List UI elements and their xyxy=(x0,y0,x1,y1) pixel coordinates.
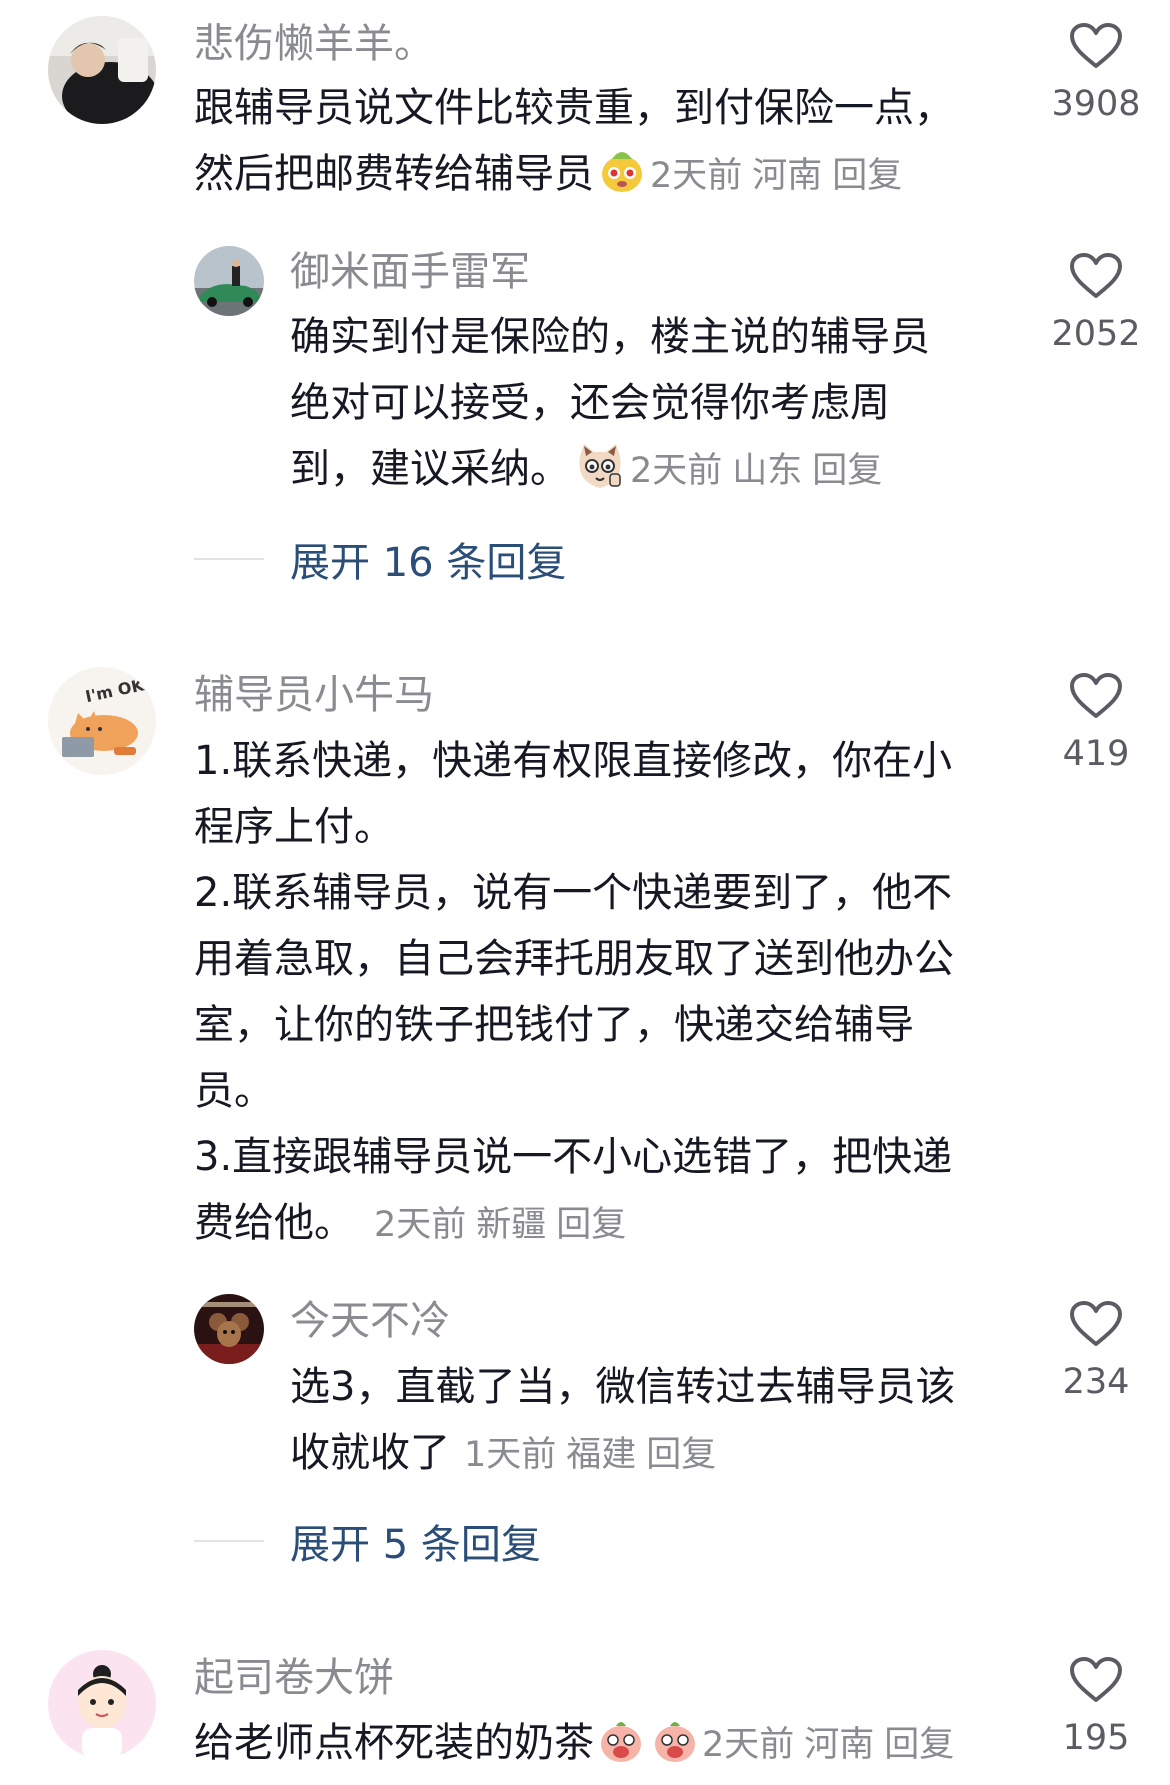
avatar[interactable]: I'm OK! xyxy=(48,667,156,775)
user-photo-icon xyxy=(48,16,156,124)
reply-text: 确实到付是保险的，楼主说的辅导员 绝对可以接受，还会觉得你考虑周 到，建议采纳。… xyxy=(290,304,930,510)
heart-icon xyxy=(1070,253,1122,298)
comment-username[interactable]: 起司卷大饼 xyxy=(194,1658,394,1698)
smug-cat-emoji xyxy=(574,442,626,510)
reply-button[interactable]: 回复 xyxy=(884,1725,954,1765)
like-count: 3908 xyxy=(1051,84,1141,124)
reply-line: 选3，直截了当，微信转过去辅导员该 xyxy=(290,1364,956,1410)
like-button[interactable]: 195 xyxy=(1036,1656,1156,1758)
comment-line: 给老师点杯死装的奶茶 2天前 河南 回复 xyxy=(194,1710,964,1784)
like-count: 2052 xyxy=(1051,314,1141,354)
reply-location: 山东 xyxy=(732,451,803,491)
car-photo-icon xyxy=(194,246,264,316)
avatar[interactable] xyxy=(48,1650,156,1758)
comment-text: 跟辅导员说文件比较贵重，到付保险一点， 然后把邮费转给辅导员 2天前 河南 回复 xyxy=(194,75,954,215)
comment-line: 程序上付。 xyxy=(194,804,394,850)
cat-im-ok-icon: I'm OK! xyxy=(48,667,156,775)
comment-time: 2天前 xyxy=(374,1205,467,1245)
heart-icon xyxy=(1070,1657,1122,1702)
reply-location: 福建 xyxy=(566,1435,637,1475)
avatar[interactable] xyxy=(48,16,156,124)
reply-button[interactable]: 回复 xyxy=(832,156,902,196)
comment-location: 河南 xyxy=(804,1725,875,1765)
heart-icon xyxy=(1070,1301,1122,1346)
like-button[interactable]: 234 xyxy=(1036,1300,1156,1402)
like-button[interactable]: 3908 xyxy=(1036,22,1156,124)
comment-text: 1.联系快递，快递有权限直接修改，你在小 程序上付。 2.联系辅导员，说有一个快… xyxy=(194,728,954,1258)
comment-line: 1.联系快递，快递有权限直接修改，你在小 xyxy=(194,738,953,784)
comment-line-text: 费给他。 xyxy=(194,1200,354,1246)
comment-location: 河南 xyxy=(752,156,823,196)
comment-line: 3.直接跟辅导员说一不小心选错了，把快递 xyxy=(194,1134,953,1180)
divider xyxy=(194,558,264,560)
comment-username[interactable]: 悲伤懒羊羊。 xyxy=(194,24,434,64)
reply-line: 收就收了 1天前 福建 回复 xyxy=(290,1420,955,1488)
comment-line: 然后把邮费转给辅导员 2天前 河南 回复 xyxy=(194,141,954,215)
like-button[interactable]: 419 xyxy=(1036,672,1156,774)
reply-username[interactable]: 今天不冷 xyxy=(290,1301,450,1341)
reply-line: 到，建议采纳。 2天前 山东 回复 xyxy=(290,436,930,510)
comment-line: 2.联系辅导员，说有一个快递要到了，他不 xyxy=(194,870,953,916)
comment-line: 员。 xyxy=(194,1068,274,1114)
comment-text: 给老师点杯死装的奶茶 2天前 河南 回复 xyxy=(194,1710,964,1784)
comment-line: 室，让你的铁子把钱付了，快递交给辅导 xyxy=(194,1002,914,1048)
avatar[interactable] xyxy=(194,1294,264,1364)
cartoon-girl-icon xyxy=(48,1650,156,1758)
reply-button[interactable]: 回复 xyxy=(646,1435,716,1475)
comment-time: 2天前 xyxy=(702,1725,795,1765)
comment-line: 用着急取，自己会拜托朋友取了送到他办公 xyxy=(194,936,954,982)
reply-line-text: 到，建议采纳。 xyxy=(290,446,570,492)
comment-line: 费给他。 2天前 新疆 回复 xyxy=(194,1190,954,1258)
reply-username[interactable]: 御米面手雷军 xyxy=(290,252,530,292)
reply-text: 选3，直截了当，微信转过去辅导员该 收就收了 1天前 福建 回复 xyxy=(290,1354,955,1488)
comment-line-text: 然后把邮费转给辅导员 xyxy=(194,151,594,197)
avatar[interactable] xyxy=(194,246,264,316)
divider xyxy=(194,1540,264,1542)
like-count: 419 xyxy=(1062,734,1130,774)
expand-replies-label: 展开 16 条回复 xyxy=(290,540,567,586)
reply-line: 绝对可以接受，还会觉得你考虑周 xyxy=(290,380,890,426)
comment-time: 2天前 xyxy=(650,156,743,196)
like-count: 195 xyxy=(1062,1718,1130,1758)
cartoon-mouse-icon xyxy=(194,1294,264,1364)
reply-line: 确实到付是保险的，楼主说的辅导员 xyxy=(290,314,930,360)
expand-replies-button[interactable]: 展开 16 条回复 xyxy=(194,530,566,588)
reply-button[interactable]: 回复 xyxy=(812,451,882,491)
reply-button[interactable]: 回复 xyxy=(556,1205,626,1245)
comment-line: 跟辅导员说文件比较贵重，到付保险一点， xyxy=(194,85,954,131)
heart-icon xyxy=(1070,23,1122,68)
comment-username[interactable]: 辅导员小牛马 xyxy=(194,675,434,715)
expand-replies-button[interactable]: 展开 5 条回复 xyxy=(194,1512,541,1570)
drooling-peach-emoji xyxy=(598,1716,644,1784)
like-count: 234 xyxy=(1062,1362,1130,1402)
expand-replies-label: 展开 5 条回复 xyxy=(290,1522,541,1568)
comment-line-text: 给老师点杯死装的奶茶 xyxy=(194,1720,594,1766)
like-button[interactable]: 2052 xyxy=(1036,252,1156,354)
reply-time: 1天前 xyxy=(464,1435,557,1475)
heart-icon xyxy=(1070,673,1122,718)
drooling-peach-emoji xyxy=(652,1716,698,1784)
reply-line-text: 收就收了 xyxy=(290,1430,450,1476)
melon-face-emoji xyxy=(598,147,646,215)
comment-location: 新疆 xyxy=(476,1205,547,1245)
reply-time: 2天前 xyxy=(630,451,723,491)
